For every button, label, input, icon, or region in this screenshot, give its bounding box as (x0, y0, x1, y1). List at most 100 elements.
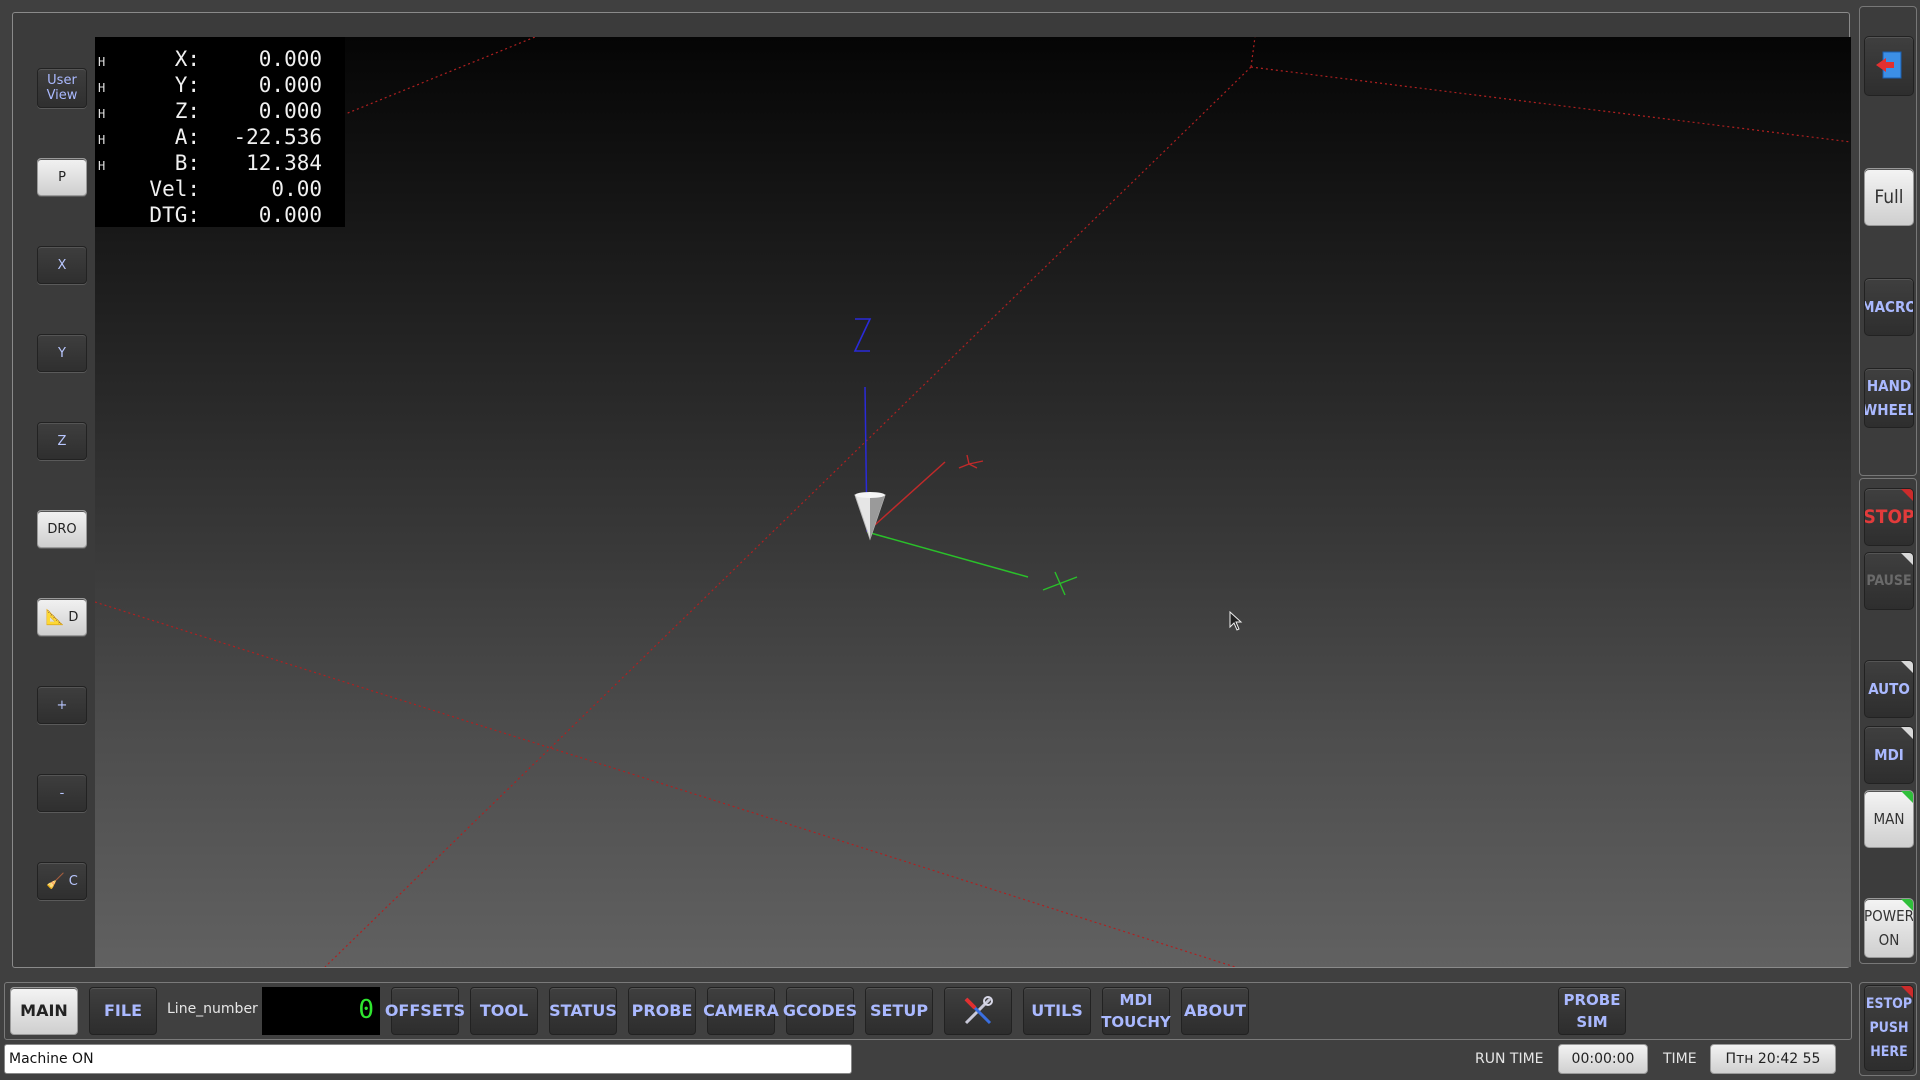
dro-row-dtg: DTG: 0.000 (95, 203, 345, 229)
limit-line (342, 37, 536, 116)
homed-flag: H (98, 107, 106, 121)
tab-setup[interactable]: SETUP (865, 987, 933, 1035)
dro-label: X: (174, 47, 200, 71)
view-y-button[interactable]: Y (37, 334, 87, 372)
tab-tools-settings[interactable] (944, 987, 1012, 1035)
dro-label: B: (174, 151, 200, 175)
stop-button[interactable]: STOP (1864, 488, 1914, 546)
user-view-button[interactable]: User View (37, 68, 87, 108)
dro-row-z: H Z: 0.000 (95, 99, 345, 125)
clear-plot-label: C (68, 873, 78, 889)
power-on-button[interactable]: POWER ON (1864, 898, 1914, 958)
pause-button[interactable]: PAUSE (1864, 552, 1914, 610)
dro-value: -22.536 (233, 125, 322, 149)
broom-icon: 🧹 (46, 872, 65, 890)
toolpath-canvas (95, 37, 1851, 967)
exit-button[interactable] (1864, 36, 1914, 96)
mouse-cursor-icon (1229, 610, 1243, 635)
fullscreen-button[interactable]: Full (1864, 168, 1914, 226)
exit-icon (1876, 51, 1902, 79)
mdi-indicator (1901, 727, 1913, 739)
clock-value: Птн 20:42 55 (1710, 1044, 1836, 1074)
zoom-in-button[interactable]: + (37, 686, 87, 724)
run-time-value: 00:00:00 (1558, 1044, 1648, 1074)
tab-offsets[interactable]: OFFSETS (385, 987, 465, 1035)
dro-row-vel: Vel: 0.00 (95, 177, 345, 203)
right-panel-bottom (1859, 478, 1917, 964)
dro-row-a: H A: -22.536 (95, 125, 345, 151)
line-number-display: 0 (262, 987, 380, 1035)
estop-indicator (1901, 986, 1913, 998)
app-window: H X: 0.000 H Y: 0.000 H Z: 0.000 H A: -2… (0, 0, 1920, 1080)
power-indicator (1901, 899, 1913, 911)
estop-label: ESTOP PUSH HERE (1865, 996, 1913, 1060)
dro-label: Y: (174, 73, 200, 97)
dimensions-button-label: D (68, 609, 79, 625)
manual-mode-button[interactable]: MAN (1864, 790, 1914, 848)
homed-flag: H (98, 81, 106, 95)
dro-label: A: (174, 125, 200, 149)
tab-main[interactable]: MAIN (10, 987, 78, 1035)
mdi-mode-button[interactable]: MDI (1864, 726, 1914, 784)
pause-indicator (1901, 553, 1913, 565)
status-message: Machine ON (4, 1044, 852, 1074)
tab-probe-sim[interactable]: PROBE SIM (1558, 987, 1626, 1035)
x-axis-line (866, 531, 1029, 578)
clear-plot-button[interactable]: 🧹 C (37, 862, 87, 900)
main-frame: H X: 0.000 H Y: 0.000 H Z: 0.000 H A: -2… (12, 12, 1851, 968)
homed-flag: H (98, 55, 106, 69)
limit-line (1250, 66, 1851, 143)
homed-flag: H (98, 133, 106, 147)
time-label: TIME (1663, 1051, 1697, 1067)
limit-line (484, 726, 1236, 967)
view-z-button[interactable]: Z (37, 422, 87, 460)
tools-settings-icon (964, 996, 993, 1025)
3d-preview-viewport[interactable]: H X: 0.000 H Y: 0.000 H Z: 0.000 H A: -2… (95, 37, 1851, 967)
dro-row-b: H B: 12.384 (95, 151, 345, 177)
auto-indicator (1901, 661, 1913, 673)
dro-label: Vel: (149, 177, 200, 201)
z-axis-letter-icon (853, 318, 872, 352)
dro-value: 0.000 (258, 73, 322, 97)
run-time-label: RUN TIME (1475, 1051, 1544, 1067)
mdi-label: MDI (1874, 746, 1904, 764)
y-axis-letter-icon (958, 454, 984, 469)
hand-wheel-button[interactable]: HAND WHEEL (1864, 368, 1914, 428)
dro-value: 0.000 (258, 99, 322, 123)
tab-utils[interactable]: UTILS (1023, 987, 1091, 1035)
tab-mdi-touchy[interactable]: MDI TOUCHY (1101, 987, 1171, 1035)
tab-probe[interactable]: PROBE (628, 987, 696, 1035)
tab-gcodes[interactable]: GCODES (783, 987, 857, 1035)
dro-value: 0.000 (258, 47, 322, 71)
stop-label: STOP (1864, 506, 1914, 528)
man-indicator (1901, 791, 1913, 803)
man-label: MAN (1873, 810, 1905, 828)
dro-value: 0.00 (271, 177, 322, 201)
macro-button[interactable]: MACRO (1864, 278, 1914, 336)
limit-line (324, 66, 1252, 967)
tab-camera[interactable]: CAMERA (703, 987, 779, 1035)
tab-about[interactable]: ABOUT (1181, 987, 1249, 1035)
stop-indicator (1901, 489, 1913, 501)
tab-tool[interactable]: TOOL (470, 987, 538, 1035)
tool-cone-icon (854, 492, 886, 541)
dro-row-y: H Y: 0.000 (95, 73, 345, 99)
view-x-button[interactable]: X (37, 246, 87, 284)
homed-flag: H (98, 159, 106, 173)
view-p-button[interactable]: P (37, 158, 87, 196)
limit-line (95, 601, 486, 728)
tab-status[interactable]: STATUS (549, 987, 617, 1035)
tab-file[interactable]: FILE (89, 987, 157, 1035)
dro-value: 12.384 (246, 151, 322, 175)
dro-display: H X: 0.000 H Y: 0.000 H Z: 0.000 H A: -2… (95, 37, 345, 227)
estop-button[interactable]: ESTOP PUSH HERE (1864, 985, 1914, 1071)
auto-mode-button[interactable]: AUTO (1864, 660, 1914, 718)
zoom-out-button[interactable]: - (37, 774, 87, 812)
dro-label: DTG: (149, 203, 200, 227)
dro-label: Z: (174, 99, 200, 123)
line-number-label: Line_number (167, 1001, 258, 1017)
auto-label: AUTO (1868, 680, 1910, 698)
dimension-icon: 📐 (45, 608, 65, 626)
dimensions-button[interactable]: 📐 D (37, 598, 87, 636)
dro-toggle-button[interactable]: DRO (37, 510, 87, 548)
